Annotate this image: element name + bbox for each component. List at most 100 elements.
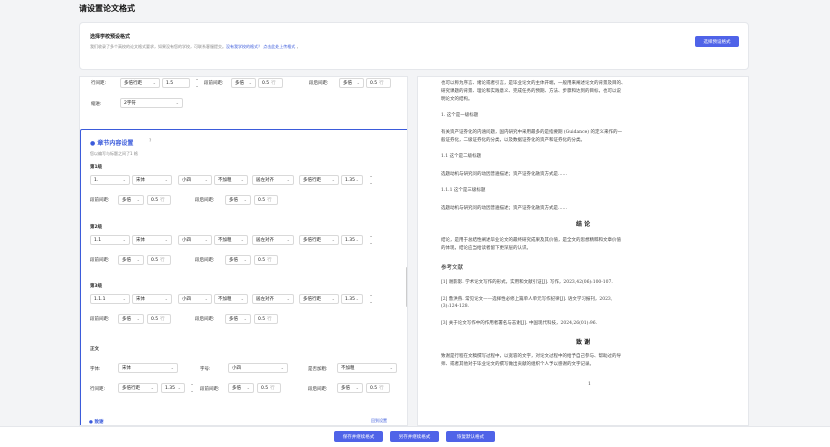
- value: 0.5: [261, 385, 269, 391]
- line-value-input[interactable]: 1.5: [162, 78, 190, 88]
- weight-select[interactable]: 不加粗 ⌄: [214, 235, 248, 245]
- value: 宋体: [136, 238, 145, 243]
- stepper-icon[interactable]: ⌃ ⌄: [191, 78, 203, 88]
- body-before-value[interactable]: 0.5 行: [257, 383, 281, 393]
- number-format-select[interactable]: 1.1 ⌄: [90, 235, 130, 245]
- chevron-down-icon: ⌄: [355, 237, 359, 242]
- value: 多倍: [341, 386, 350, 391]
- after-value-input[interactable]: 0.5 行: [366, 78, 391, 88]
- upload-format-link[interactable]: 点击此处上传格式: [263, 44, 295, 49]
- size-select[interactable]: 小四 ⌄: [178, 235, 212, 245]
- before-select[interactable]: 多倍 ⌄: [118, 255, 144, 265]
- school-preset-card: 选择学校预设格式 我们收录了多个高校的论文格式要求，如果没有您的学校，可联系客服…: [79, 22, 749, 70]
- next-section-title: ● 致谢: [89, 420, 104, 425]
- value: 0.5: [370, 385, 378, 391]
- after-select[interactable]: 多倍 ⌄: [225, 314, 251, 324]
- save-as-format-button[interactable]: 另存并继续格式: [390, 431, 439, 442]
- after-select[interactable]: 多倍 ⌄: [339, 78, 364, 88]
- footer-bar: 保存并继续格式 另存并继续格式 恢复默认格式: [0, 426, 830, 447]
- value: 不加粗: [341, 366, 355, 371]
- choose-preset-button[interactable]: 选择预设格式: [695, 36, 739, 47]
- body-ls-select[interactable]: 多倍行距 ⌄: [118, 383, 158, 393]
- spacing-select[interactable]: 多倍行距 ⌄: [299, 175, 339, 185]
- restore-link[interactable]: 回到设置: [371, 418, 387, 424]
- stepper-icon[interactable]: ⌃ ⌄: [186, 383, 198, 393]
- chevron-down-icon: ⌄: [355, 385, 359, 390]
- body-weight-select[interactable]: 不加粗 ⌄: [337, 363, 397, 373]
- value: 0.5: [262, 80, 270, 86]
- spacing-select[interactable]: 多倍行距 ⌄: [299, 294, 339, 304]
- spacing-value-input[interactable]: 1.35 ⌄: [341, 235, 363, 245]
- value: 多倍: [229, 198, 238, 203]
- value: 1.35: [165, 385, 176, 391]
- weight-select[interactable]: 不加粗 ⌄: [214, 175, 248, 185]
- body-after-select[interactable]: 多倍 ⌄: [337, 383, 363, 393]
- before-value-input[interactable]: 0.5 行: [147, 255, 171, 265]
- after-select[interactable]: 多倍 ⌄: [225, 195, 251, 205]
- save-format-button[interactable]: 保存并继续格式: [334, 431, 383, 442]
- body-font-select[interactable]: 宋体 ⌄: [118, 363, 178, 373]
- doc-line: [2] 鲁洪燕. 常见论文——选择性必修上篇单人单元写作纪律[J]. 语文学习报…: [441, 297, 613, 302]
- doc-line: 选题动机与研究问的动因普遍描述；资产证券化融资方式是……: [441, 172, 567, 177]
- spacing-value-input[interactable]: 1.35 ⌄: [341, 175, 363, 185]
- stepper-icon[interactable]: ⌃ ⌄: [365, 235, 377, 245]
- font-select[interactable]: 宋体 ⌄: [132, 294, 172, 304]
- card-description: 我们收录了多个高校的论文格式要求，如果没有您的学校，可联系客服提交。没有我学校的…: [90, 44, 301, 50]
- chevron-down-icon: ⌄: [240, 177, 244, 182]
- spacing-value-input[interactable]: 1.35 ⌄: [341, 294, 363, 304]
- help-icon[interactable]: ?: [149, 139, 151, 144]
- value: 2字符: [124, 101, 136, 106]
- value: 不加粗: [218, 297, 232, 302]
- after-select[interactable]: 多倍 ⌄: [225, 255, 251, 265]
- level-name: 第2级: [90, 225, 103, 230]
- font-select[interactable]: 宋体 ⌄: [132, 175, 172, 185]
- after-label: 段后间距:: [195, 317, 215, 322]
- after-spacing-label: 段后间距:: [309, 81, 329, 86]
- unit: 行: [270, 386, 275, 391]
- chevron-down-icon: ⌄: [243, 257, 247, 262]
- size-select[interactable]: 小四 ⌄: [178, 294, 212, 304]
- value: 小四: [182, 297, 191, 302]
- after-value-input[interactable]: 0.5 行: [254, 195, 278, 205]
- chevron-down-icon: ⌄: [248, 80, 252, 85]
- unit: 行: [379, 386, 384, 391]
- number-format-select[interactable]: 1.1.1 ⌄: [90, 294, 130, 304]
- level-name: 第1级: [90, 165, 103, 170]
- align-select[interactable]: 居左对齐 ⌄: [252, 175, 294, 185]
- spacing-select[interactable]: 多倍行距 ⌄: [299, 235, 339, 245]
- align-select[interactable]: 居左对齐 ⌄: [252, 235, 294, 245]
- before-value-input[interactable]: 0.5 行: [147, 314, 171, 324]
- doc-line: 师、或者其他对于毕业论文的撰写做出贡献的组织个人予以感谢的文字记录。: [441, 362, 594, 367]
- number-format-select[interactable]: 1. ⌄: [90, 175, 130, 185]
- indent-select[interactable]: 2字符 ⌄: [120, 98, 183, 108]
- body-size-select[interactable]: 小四 ⌄: [228, 363, 288, 373]
- reset-format-button[interactable]: 恢复默认格式: [446, 431, 495, 442]
- value: 多倍: [122, 198, 131, 203]
- before-select[interactable]: 多倍 ⌄: [231, 78, 256, 88]
- chevron-down-icon: ⌄: [152, 80, 156, 85]
- value: 0.5: [258, 197, 266, 203]
- before-select[interactable]: 多倍 ⌄: [118, 195, 144, 205]
- chevron-down-icon: ⌄: [150, 385, 154, 390]
- after-value-input[interactable]: 0.5 行: [254, 255, 278, 265]
- card-desc-text: 我们收录了多个高校的论文格式要求，如果没有您的学校，可联系客服提交。: [90, 44, 226, 49]
- weight-select[interactable]: 不加粗 ⌄: [214, 294, 248, 304]
- after-value-input[interactable]: 0.5 行: [254, 314, 278, 324]
- body-after-value[interactable]: 0.5 行: [366, 383, 390, 393]
- stepper-icon[interactable]: ⌃ ⌄: [365, 294, 377, 304]
- doc-line: 有关资产证券化的内涵问题，国内研究中采用最多的是指要期 (Guidance) 的…: [441, 130, 622, 135]
- no-school-link[interactable]: 没有我学校的格式？: [226, 44, 262, 49]
- before-value-input[interactable]: 0.5 行: [147, 195, 171, 205]
- before-value-input[interactable]: 0.5 行: [258, 78, 283, 88]
- line-spacing-select[interactable]: 多倍行距 ⌄: [120, 78, 160, 88]
- scrollbar[interactable]: [406, 267, 407, 307]
- stepper-icon[interactable]: ⌃ ⌄: [365, 175, 377, 185]
- chevron-down-icon: ⌄: [164, 237, 168, 242]
- doc-line: 也可以称为序言、绪论或者引言，是毕业论文的主体开端，一般用来阐述论文的背景及目的…: [441, 81, 626, 86]
- before-select[interactable]: 多倍 ⌄: [118, 314, 144, 324]
- align-select[interactable]: 居左对齐 ⌄: [252, 294, 294, 304]
- size-select[interactable]: 小四 ⌄: [178, 175, 212, 185]
- body-ls-value[interactable]: 1.35 ⌄: [161, 383, 185, 393]
- body-before-select[interactable]: 多倍 ⌄: [228, 383, 254, 393]
- font-select[interactable]: 宋体 ⌄: [132, 235, 172, 245]
